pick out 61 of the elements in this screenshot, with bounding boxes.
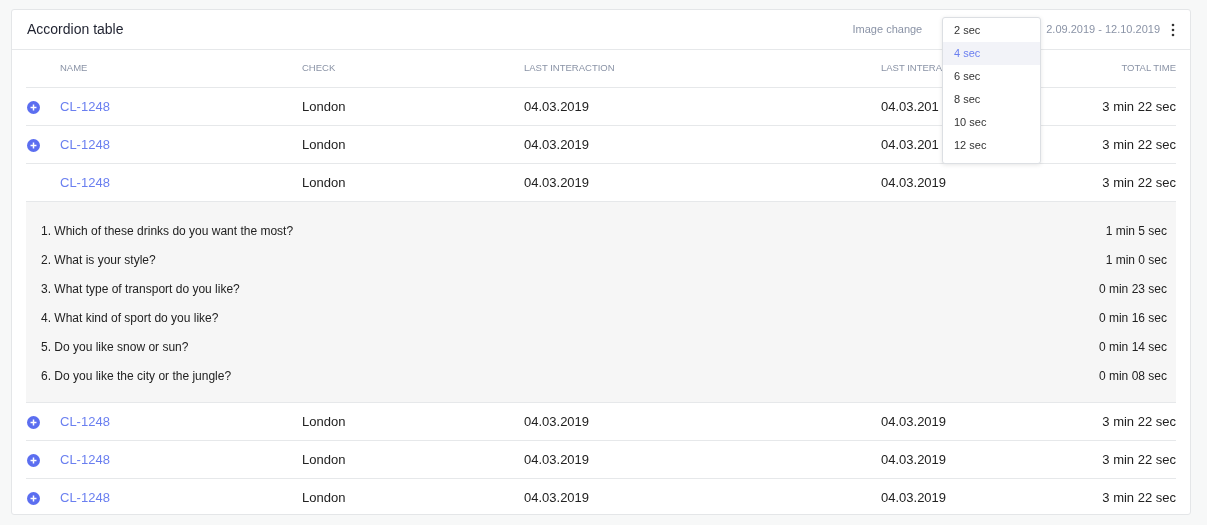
row-link[interactable]: CL-1248 [60, 451, 110, 467]
table-cell-text: London [302, 173, 346, 192]
table-cell-text: 04.03.2019 [524, 97, 590, 116]
row-link[interactable]: CL-1248 [60, 413, 110, 429]
dropdown-option[interactable]: 2 sec [943, 19, 1040, 42]
table-cell-text: London [302, 450, 346, 469]
question-text: 1. Which of these drinks do you want the most? [41, 222, 294, 240]
table-cell-text: 04.03.2019 [881, 488, 947, 507]
question-text: 4. What kind of sport do you like? [41, 309, 219, 327]
image-change-label: Image change [852, 22, 923, 38]
question-time: 0 min 16 sec [1098, 309, 1167, 327]
question-text: 6. Do you like the city or the jungle? [41, 367, 232, 385]
table-cell-text: 3 min 22 sec [1102, 488, 1176, 507]
table-cell-text: 04.03.2019 [524, 450, 590, 469]
table-cell-text: 04.03.2019 [881, 412, 947, 431]
row-link[interactable]: CL-1248 [60, 98, 110, 114]
column-header: LAST INTERACTION [524, 61, 615, 76]
table-cell-text: London [302, 97, 346, 116]
table-cell-text: 3 min 22 sec [1102, 135, 1176, 154]
dropdown-option[interactable]: 8 sec [943, 88, 1040, 111]
question-time: 0 min 08 sec [1098, 367, 1167, 385]
question-text: 3. What type of transport do you like? [41, 280, 240, 298]
table-cell-text: 04.03.2019 [524, 488, 590, 507]
row-link[interactable]: CL-1248 [60, 489, 110, 505]
row-link[interactable]: CL-1248 [60, 136, 110, 152]
table-cell-text: London [302, 412, 346, 431]
question-text: 5. Do you like snow or sun? [41, 338, 189, 356]
question-time: 0 min 14 sec [1098, 338, 1167, 356]
column-header: NAME [59, 61, 88, 76]
table-cell-text: 04.03.201 [881, 135, 939, 154]
question-time: 1 min 0 sec [1105, 251, 1167, 269]
expand-icon[interactable] [27, 453, 40, 467]
row-link[interactable]: CL-1248 [60, 174, 110, 190]
question-time: 1 min 5 sec [1105, 222, 1167, 240]
dropdown-option[interactable]: 4 sec [943, 42, 1040, 65]
expand-icon[interactable] [27, 100, 40, 114]
column-header: TOTAL TIME [1121, 61, 1176, 76]
card-title: Accordion table [27, 20, 124, 39]
dropdown-option[interactable]: 10 sec [943, 111, 1040, 134]
table-cell-text: 3 min 22 sec [1102, 450, 1176, 469]
table-cell-text: 3 min 22 sec [1102, 173, 1176, 192]
question-time: 0 min 23 sec [1098, 280, 1167, 298]
table-cell-text: 04.03.201 [881, 97, 939, 116]
table-cell-text: 3 min 22 sec [1102, 412, 1176, 431]
table-cell-text: London [302, 488, 346, 507]
expand-icon[interactable] [27, 138, 40, 152]
question-text: 2. What is your style? [41, 251, 156, 269]
table-cell-text: London [302, 135, 346, 154]
expand-icon[interactable] [27, 491, 40, 505]
date-range: 2.09.2019 - 12.10.2019 [1046, 22, 1160, 38]
table-cell-text: 3 min 22 sec [1102, 97, 1176, 116]
dropdown-option[interactable]: 12 sec [943, 134, 1040, 157]
table-cell-text: 04.03.2019 [881, 173, 947, 192]
expand-icon[interactable] [27, 415, 40, 429]
dropdown-option[interactable]: 6 sec [943, 65, 1040, 88]
table-cell-text: 04.03.2019 [524, 173, 590, 192]
table-cell-text: 04.03.2019 [524, 412, 590, 431]
table-cell-text: 04.03.2019 [524, 135, 590, 154]
column-header: LAST INTERA [881, 61, 943, 76]
table-cell-text: 04.03.2019 [881, 450, 947, 469]
column-header: CHECK [302, 61, 336, 76]
